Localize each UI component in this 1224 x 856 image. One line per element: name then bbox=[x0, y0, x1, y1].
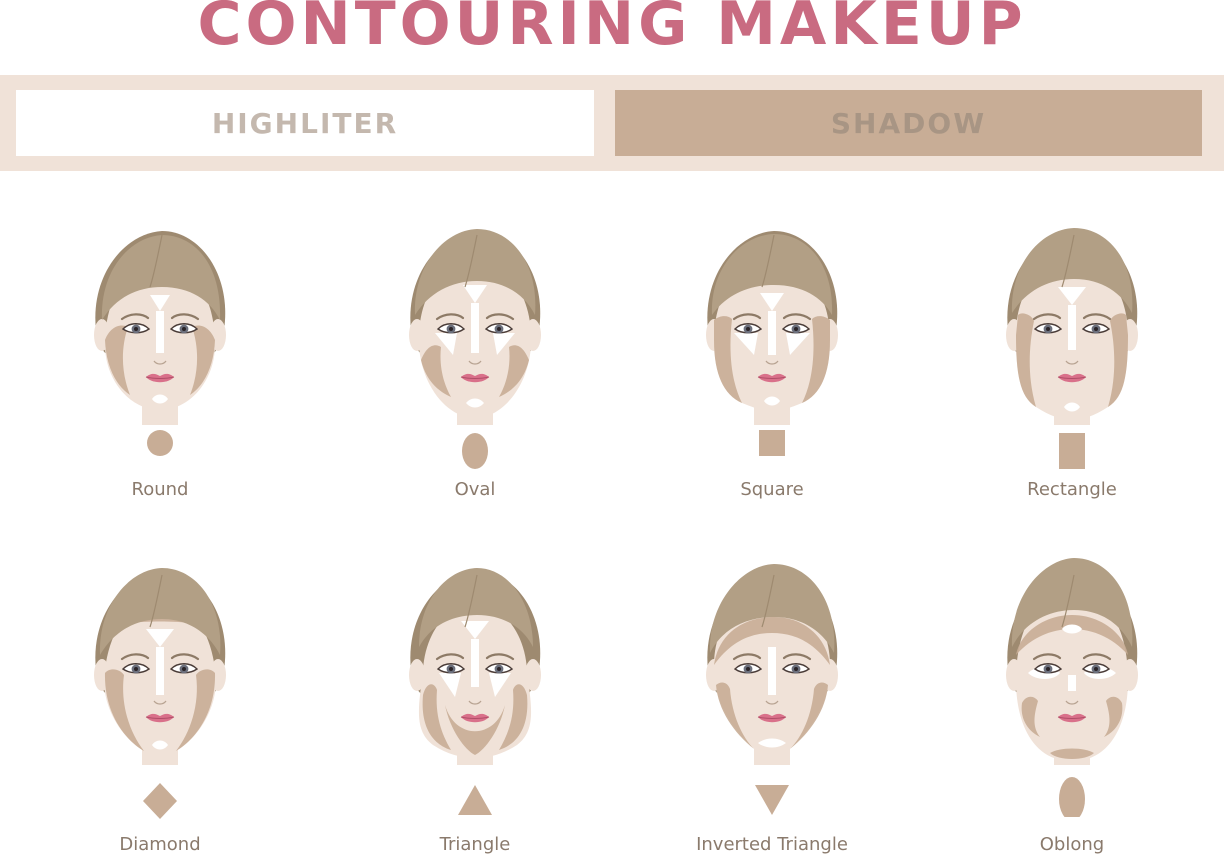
contour-highlight bbox=[471, 639, 479, 687]
pupil bbox=[794, 667, 798, 671]
contour-highlight bbox=[1068, 305, 1076, 350]
face-cell-oblong: Oblong bbox=[962, 555, 1182, 855]
face-label-inverted-triangle: Inverted Triangle bbox=[696, 834, 848, 855]
shape-icon-rectangle bbox=[1059, 433, 1085, 469]
contour-highlight bbox=[768, 311, 776, 355]
face-label-oval: Oval bbox=[454, 479, 496, 500]
face-illustration-oval bbox=[409, 229, 541, 425]
legend-highlighter: HIGHLITER bbox=[16, 90, 594, 156]
diamond-shape bbox=[143, 783, 177, 819]
face-illustration-square bbox=[706, 231, 838, 425]
pupil bbox=[134, 327, 138, 331]
contour-highlight bbox=[471, 303, 479, 353]
face-illustration-round bbox=[94, 231, 226, 425]
contour-highlight bbox=[156, 311, 164, 353]
page-title: CONTOURING MAKEUP bbox=[197, 0, 1027, 59]
oval-shape bbox=[462, 433, 488, 469]
pupil bbox=[449, 667, 453, 671]
face-cell-round: Round bbox=[50, 215, 270, 505]
pupil bbox=[1094, 667, 1098, 671]
pupil bbox=[746, 667, 750, 671]
face-label-diamond: Diamond bbox=[119, 834, 201, 855]
pupil bbox=[182, 667, 186, 671]
pupil bbox=[497, 667, 501, 671]
legend-shadow: SHADOW bbox=[615, 90, 1202, 156]
rectangle-shape bbox=[1059, 433, 1085, 469]
shape-icon-inverted-triangle bbox=[755, 785, 789, 815]
face-label-square: Square bbox=[740, 479, 804, 500]
face-illustration-triangle bbox=[409, 568, 541, 765]
face-cell-square: Square bbox=[662, 215, 882, 505]
contour-highlight bbox=[1068, 675, 1076, 691]
pupil bbox=[794, 327, 798, 331]
shape-icon-square bbox=[759, 430, 785, 456]
shape-icon-oblong bbox=[1059, 777, 1085, 817]
pupil bbox=[134, 667, 138, 671]
pupil bbox=[746, 327, 750, 331]
face-label-oblong: Oblong bbox=[1039, 834, 1105, 855]
pupil bbox=[182, 327, 186, 331]
contour-highlight bbox=[768, 647, 776, 695]
square-shape bbox=[759, 430, 785, 456]
face-illustration-diamond bbox=[94, 568, 226, 765]
face-label-triangle: Triangle bbox=[439, 834, 511, 855]
oblong-shape bbox=[1059, 777, 1085, 817]
triangle-shape bbox=[458, 785, 492, 815]
pupil bbox=[1046, 327, 1050, 331]
contour-highlight bbox=[156, 647, 164, 695]
face-cell-triangle: Triangle bbox=[365, 555, 585, 855]
inverted-triangle-shape bbox=[755, 785, 789, 815]
face-illustration-inverted-triangle bbox=[706, 564, 838, 765]
face-illustration-oblong bbox=[1006, 558, 1138, 765]
shape-icon-triangle bbox=[458, 785, 492, 815]
face-label-round: Round bbox=[131, 479, 189, 500]
face-illustration-rectangle bbox=[1006, 228, 1138, 425]
pupil bbox=[1094, 327, 1098, 331]
face-cell-inverted-triangle: Inverted Triangle bbox=[662, 555, 882, 855]
circle-shape bbox=[147, 430, 173, 456]
face-cell-oval: Oval bbox=[365, 215, 585, 505]
legend-band: HIGHLITER SHADOW bbox=[0, 75, 1224, 171]
shape-icon-oval bbox=[462, 433, 488, 469]
face-cell-diamond: Diamond bbox=[50, 555, 270, 855]
face-label-rectangle: Rectangle bbox=[1027, 479, 1117, 500]
face-cell-rectangle: Rectangle bbox=[962, 215, 1182, 505]
pupil bbox=[449, 327, 453, 331]
shape-icon-diamond bbox=[143, 783, 177, 819]
shape-icon-round bbox=[147, 430, 173, 456]
pupil bbox=[497, 327, 501, 331]
pupil bbox=[1046, 667, 1050, 671]
